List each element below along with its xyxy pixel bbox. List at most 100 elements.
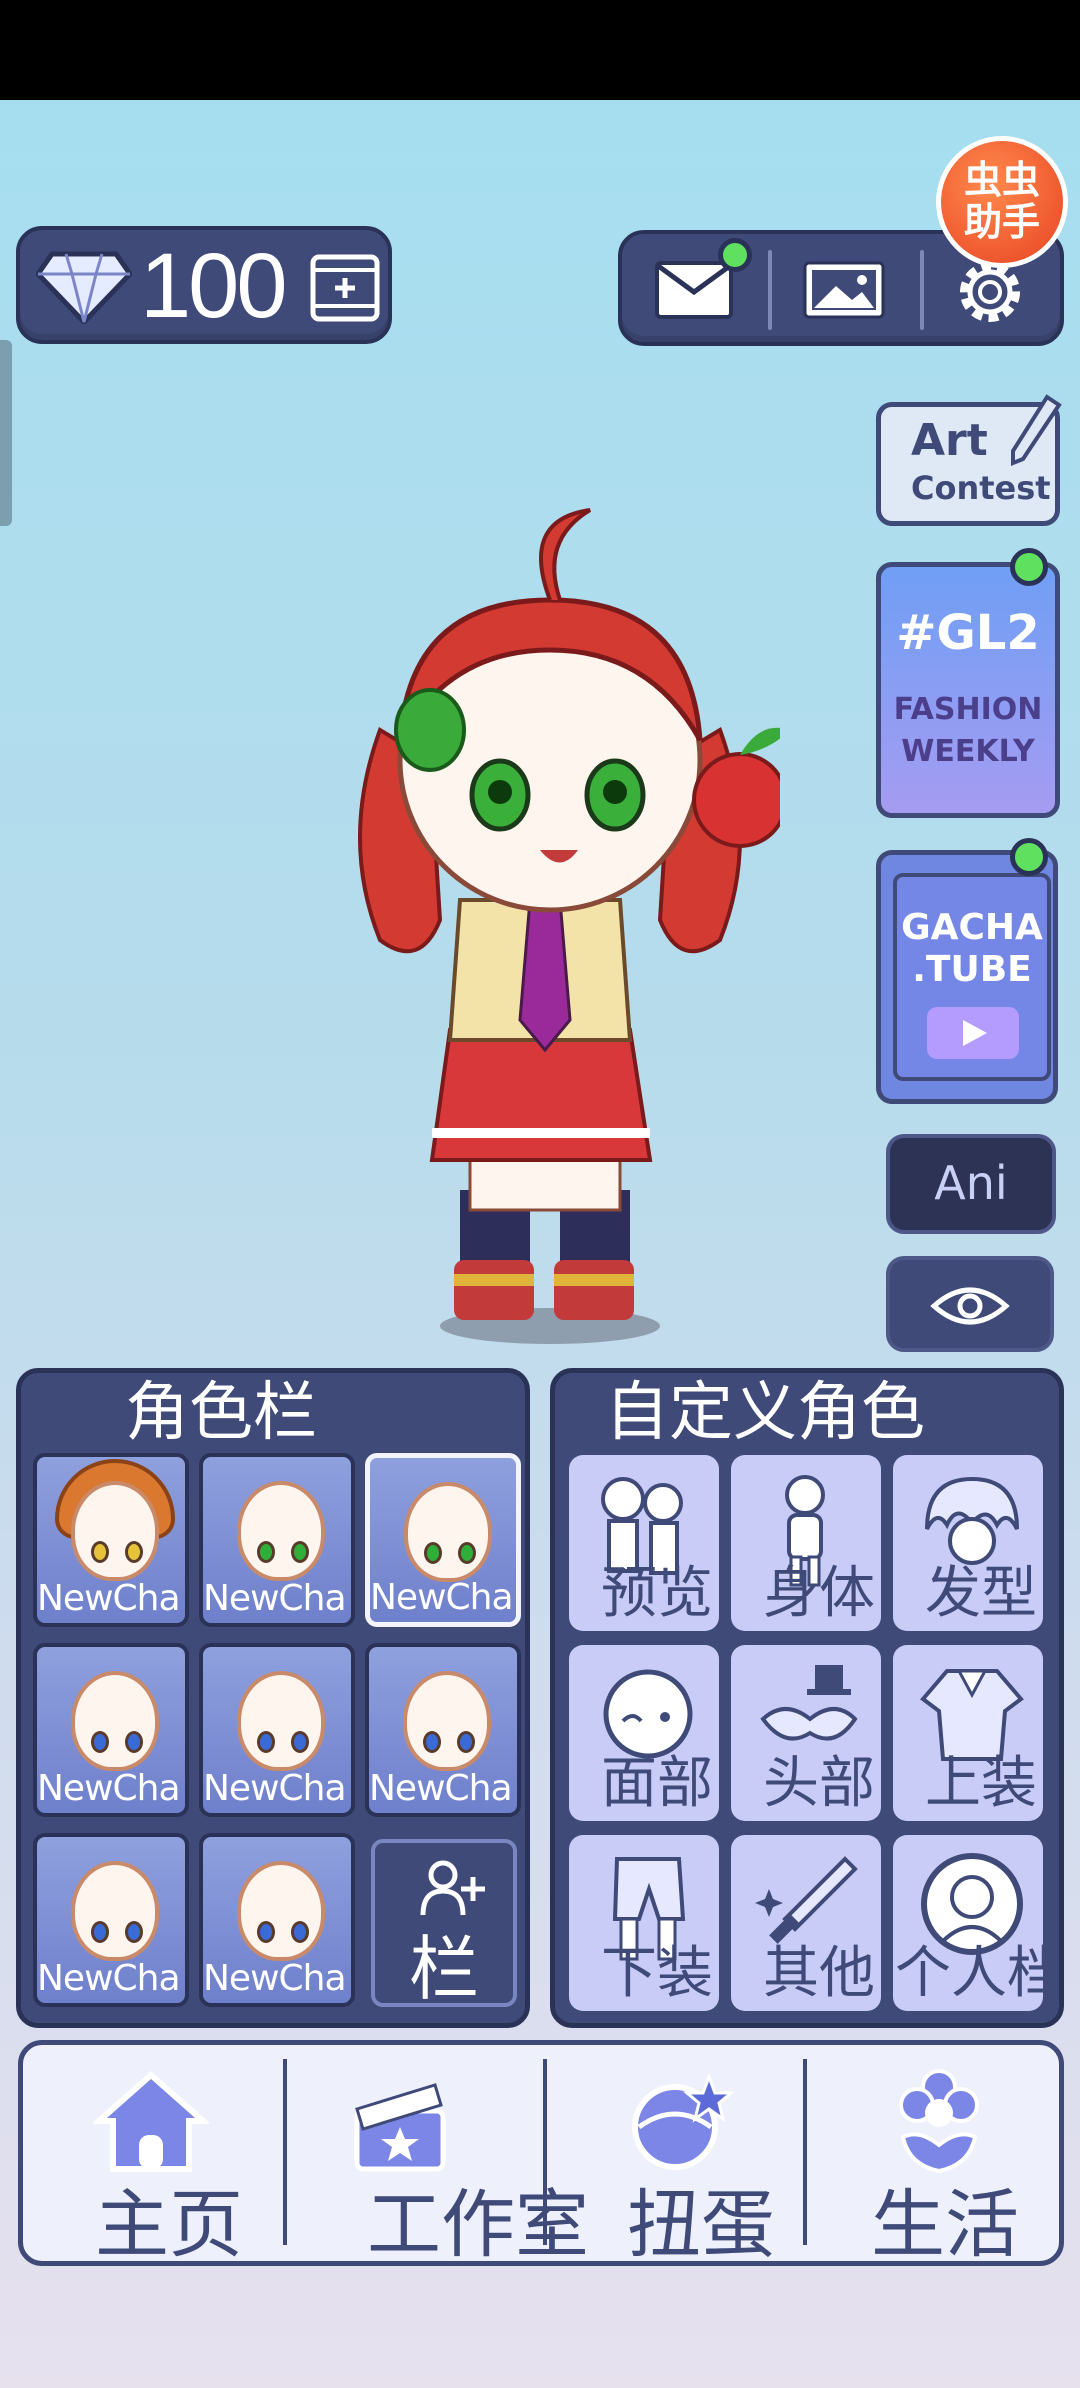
slot-label: NewCha — [203, 1578, 347, 1619]
character-slot[interactable]: NewCha — [199, 1643, 355, 1817]
character-slots-panel: 角色栏 NewCha NewCha NewCha NewCha NewCha N… — [16, 1368, 530, 2028]
gachatube-notification-dot — [1010, 838, 1048, 876]
category-face[interactable]: 面部 — [569, 1645, 719, 1821]
slot-label: NewCha — [37, 1578, 181, 1619]
ani-label: Ani — [934, 1156, 1008, 1210]
nav-life[interactable]: 生活 — [807, 2045, 1063, 2268]
gachatube-line1: GACHA — [901, 907, 1043, 948]
customize-panel: 自定义角色 预览 身体 发型 面部 头部 上装 下装 其他 个人档 — [550, 1368, 1064, 2028]
nav-gacha[interactable]: 扭蛋 — [547, 2045, 803, 2268]
eye-icon — [930, 1287, 1010, 1325]
add-slot-button[interactable]: 栏 — [371, 1839, 517, 2007]
helper-badge[interactable]: 虫虫 助手 — [936, 136, 1068, 268]
play-icon — [927, 1007, 1019, 1059]
helper-line1: 虫虫 — [963, 158, 1040, 202]
divider — [920, 250, 924, 330]
mail-icon[interactable] — [654, 260, 734, 320]
house-icon — [93, 2070, 209, 2172]
character-face — [403, 1671, 491, 1771]
eye — [91, 1731, 109, 1753]
visibility-button[interactable] — [886, 1256, 1054, 1352]
fashion-line2: WEEKLY — [901, 734, 1035, 769]
add-slot-label: 栏 — [409, 1928, 479, 2007]
nav-studio[interactable]: 工作室 — [287, 2045, 589, 2268]
eye — [291, 1731, 309, 1753]
eye — [257, 1541, 275, 1563]
character-slot[interactable]: NewCha — [199, 1833, 355, 2007]
diamond-icon — [36, 251, 132, 324]
category-label: 发型 — [925, 1561, 1037, 1626]
character-face — [404, 1482, 492, 1582]
character-face — [237, 1481, 325, 1581]
category-label: 上装 — [925, 1751, 1037, 1816]
character-face — [71, 1481, 159, 1581]
art-contest-line2: Contest — [911, 469, 1051, 507]
helper-line2: 助手 — [963, 200, 1040, 244]
category-preview[interactable]: 预览 — [569, 1455, 719, 1631]
nav-label: 生活 — [871, 2182, 1019, 2268]
fashion-notification-dot — [1010, 548, 1048, 586]
add-user-icon — [420, 1860, 485, 1916]
fashion-subtitle: FASHION WEEKLY — [881, 689, 1055, 773]
bottom-nav: 主页 工作室 扭蛋 生活 — [18, 2040, 1064, 2268]
fashion-weekly-button[interactable]: #GL2 FASHION WEEKLY — [876, 562, 1060, 818]
category-profile[interactable]: 个人档 — [893, 1835, 1063, 2011]
category-label: 下装 — [601, 1941, 713, 2006]
character-face — [71, 1671, 159, 1771]
character-slot[interactable]: NewCha — [33, 1643, 189, 1817]
slot-label: NewCha — [203, 1768, 347, 1809]
gem-counter[interactable]: 100 — [16, 226, 392, 344]
character-slot[interactable]: NewCha — [365, 1643, 521, 1817]
eye — [291, 1541, 309, 1563]
eye — [291, 1921, 309, 1943]
character-face — [237, 1861, 325, 1961]
capsule-icon — [632, 2072, 736, 2170]
character-slot[interactable]: NewCha — [33, 1833, 189, 2007]
left-edge-handle[interactable] — [0, 340, 12, 526]
slot-label: NewCha — [369, 1768, 513, 1809]
nav-home[interactable]: 主页 — [23, 2045, 283, 2268]
category-head[interactable]: 头部 — [731, 1645, 881, 1821]
category-bottom[interactable]: 下装 — [569, 1835, 719, 2011]
slot-label: NewCha — [370, 1577, 514, 1618]
nav-label: 扭蛋 — [627, 2182, 775, 2268]
gachatube-button[interactable]: GACHA .TUBE — [876, 850, 1058, 1104]
gallery-icon[interactable] — [802, 260, 886, 320]
character-slot[interactable]: NewCha — [199, 1453, 355, 1627]
character-face — [237, 1671, 325, 1771]
fashion-title: #GL2 — [896, 605, 1040, 661]
customize-panel-title: 自定义角色 — [605, 1376, 925, 1450]
eye — [125, 1541, 143, 1563]
slot-label: NewCha — [37, 1768, 181, 1809]
character-preview[interactable] — [320, 500, 780, 1360]
category-hair[interactable]: 发型 — [893, 1455, 1043, 1631]
category-label: 身体 — [763, 1561, 875, 1626]
category-top[interactable]: 上装 — [893, 1645, 1043, 1821]
eye — [457, 1731, 475, 1753]
category-label: 个人档 — [895, 1941, 1063, 2006]
eye — [125, 1921, 143, 1943]
category-label: 头部 — [763, 1751, 875, 1816]
category-body[interactable]: 身体 — [731, 1455, 881, 1631]
eye — [458, 1542, 476, 1564]
flower-icon — [899, 2069, 979, 2174]
eye — [125, 1731, 143, 1753]
category-label: 其他 — [763, 1941, 875, 2006]
character-panel-title: 角色栏 — [125, 1376, 317, 1450]
eye — [424, 1542, 442, 1564]
clapperboard-icon — [354, 2083, 446, 2172]
pencil-icon — [1011, 394, 1062, 466]
ani-button[interactable]: Ani — [886, 1134, 1056, 1234]
category-other[interactable]: 其他 — [731, 1835, 881, 2011]
status-bar — [0, 0, 1080, 100]
mail-notification-dot — [718, 238, 752, 272]
eye — [91, 1921, 109, 1943]
gem-count: 100 — [140, 235, 287, 337]
art-contest-button[interactable]: Art Contest — [876, 394, 1062, 526]
character-slot[interactable]: NewCha — [33, 1453, 189, 1627]
character-face — [71, 1861, 159, 1961]
character-slot-selected[interactable]: NewCha — [365, 1453, 521, 1627]
gachatube-screen: GACHA .TUBE — [893, 873, 1051, 1081]
add-video-icon[interactable] — [310, 254, 380, 322]
nav-label: 主页 — [95, 2182, 243, 2268]
